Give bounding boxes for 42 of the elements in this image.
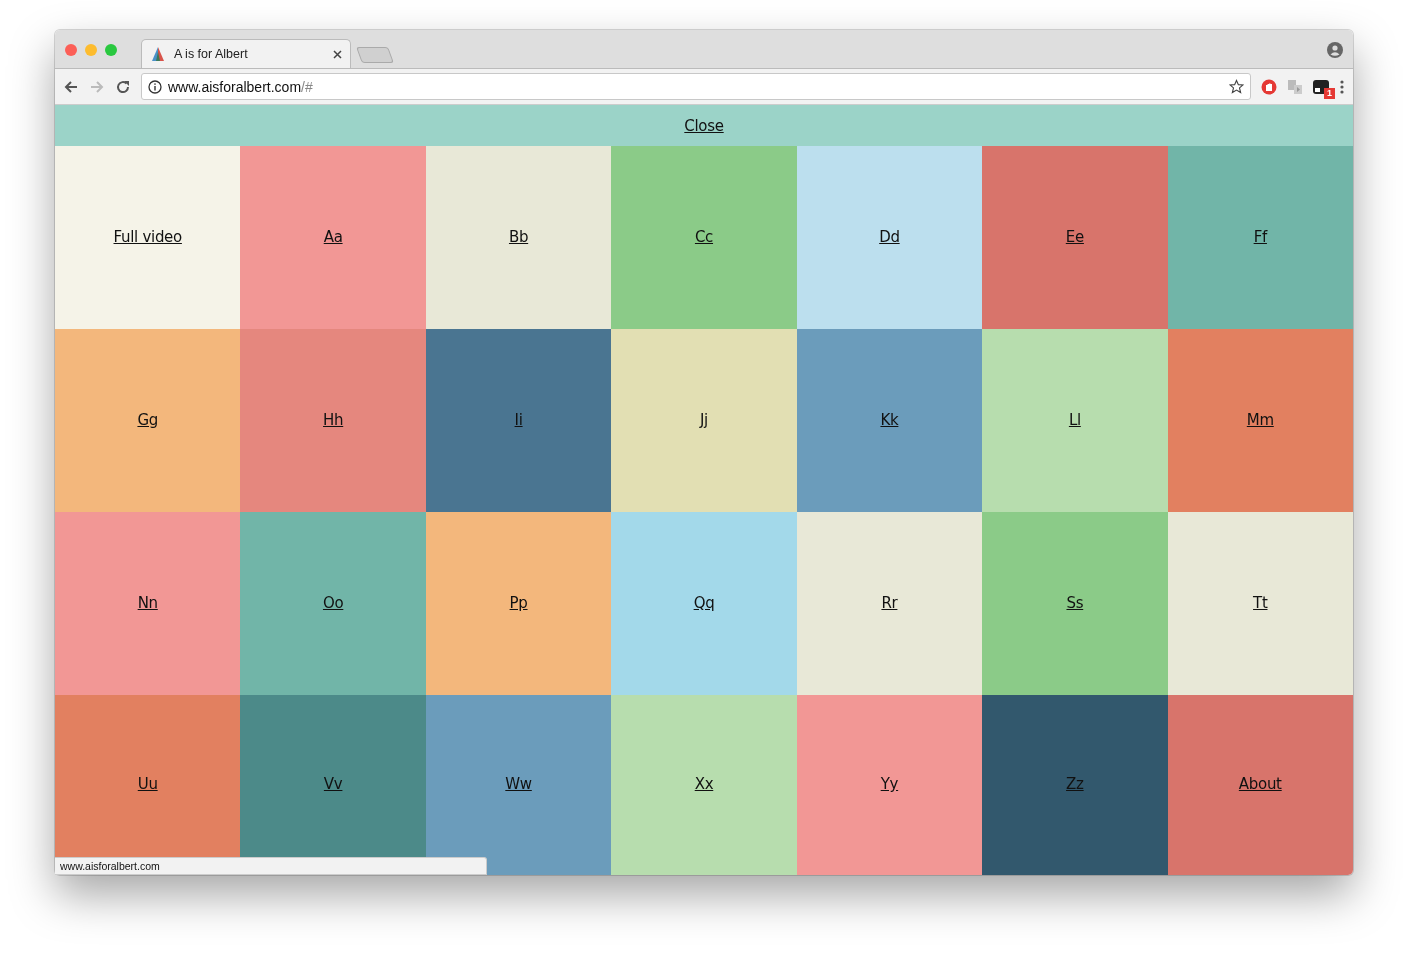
extension-icon[interactable]	[1313, 79, 1329, 94]
tile-link[interactable]: Bb	[508, 227, 529, 246]
tile-link[interactable]: Oo	[322, 593, 344, 612]
tile-link[interactable]: Ss	[1066, 593, 1084, 612]
tile-link[interactable]: About	[1238, 775, 1282, 793]
tile-link[interactable]: Hh	[323, 410, 344, 429]
tile-link[interactable]: Gg	[137, 410, 158, 429]
tile-link[interactable]: Yy	[880, 775, 899, 793]
tile-link[interactable]: Qq	[693, 593, 715, 612]
tile-link[interactable]: Aa	[323, 227, 343, 246]
tile-link[interactable]: Rr	[881, 593, 898, 612]
close-link[interactable]: Close	[684, 116, 724, 135]
tile-link[interactable]: Tt	[1253, 593, 1268, 612]
triangle-logo-icon	[150, 46, 166, 62]
close-window-button[interactable]	[65, 44, 77, 56]
tile-link[interactable]: Kk	[880, 410, 899, 429]
tile-link[interactable]: Ee	[1065, 227, 1084, 246]
menu-icon[interactable]	[1339, 78, 1345, 95]
back-icon[interactable]	[63, 78, 79, 95]
tile-link[interactable]: Ii	[514, 410, 523, 429]
reload-icon[interactable]	[115, 78, 131, 95]
notification-badge: 1	[1324, 87, 1335, 99]
profile-icon[interactable]	[1327, 42, 1343, 58]
tile-link[interactable]: Mm	[1246, 410, 1274, 429]
tile-link[interactable]: Ll	[1068, 410, 1081, 429]
tile-link[interactable]: Ww	[505, 775, 532, 793]
url-path: /#	[301, 78, 313, 95]
tile-link[interactable]: Dd	[879, 227, 900, 246]
status-bar: www.aisforalbert.com	[55, 857, 487, 875]
tile-link[interactable]: Jj	[700, 410, 708, 429]
tile-link[interactable]: Nn	[137, 593, 158, 612]
star-icon[interactable]	[1229, 79, 1244, 94]
tile-link[interactable]: Pp	[509, 593, 528, 612]
browser-tab[interactable]: A is for Albert	[141, 39, 351, 68]
info-icon[interactable]	[148, 79, 162, 94]
tile-link[interactable]: Cc	[694, 227, 714, 246]
url-host: www.aisforalbert.com	[168, 78, 302, 95]
address-bar[interactable]: www.aisforalbert.com/#	[141, 73, 1251, 100]
tile-link[interactable]: Full video	[113, 227, 182, 246]
close-tab-icon[interactable]	[333, 49, 342, 59]
tile-link[interactable]: Xx	[694, 775, 714, 793]
tile-link[interactable]: Ff	[1253, 227, 1267, 246]
